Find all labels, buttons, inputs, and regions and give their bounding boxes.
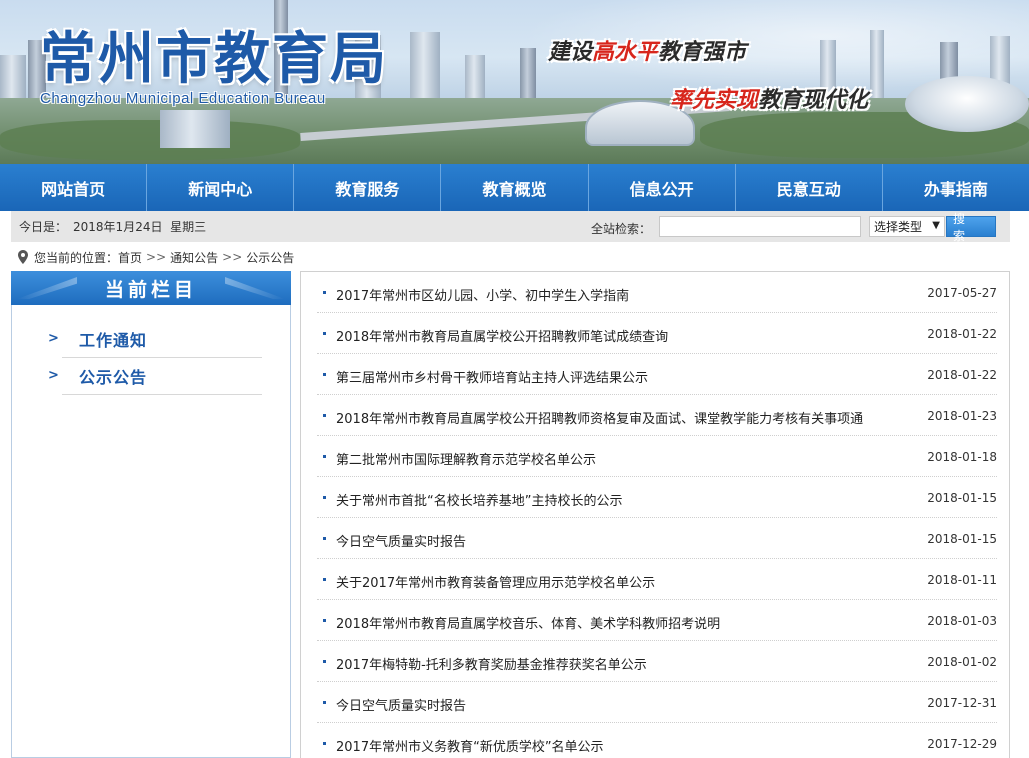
sidebar-item-work-notices[interactable]: > 工作通知 [48, 321, 262, 358]
list-item[interactable]: 2017年梅特勒-托利多教育奖励基金推荐获奖名单公示 2018-01-02 [317, 641, 997, 682]
nav-interaction[interactable]: 民意互动 [736, 164, 883, 211]
list-item-title[interactable]: 今日空气质量实时报告 [336, 531, 466, 550]
sidebar: 当前栏目 > 工作通知 > 公示公告 [11, 271, 291, 758]
sidebar-item-label: 公示公告 [79, 368, 148, 387]
list-item-date: 2018-01-15 [927, 532, 997, 546]
list-item[interactable]: 今日空气质量实时报告 2017-12-31 [317, 682, 997, 723]
type-select[interactable]: 选择类型 ▼ [869, 216, 945, 237]
search-button[interactable]: 搜 索 [946, 212, 996, 243]
sidebar-item-label: 工作通知 [79, 331, 148, 350]
site-logo-cn: 常州市教育局 [40, 26, 388, 92]
bullet-icon [323, 660, 326, 663]
list-item-title[interactable]: 2017年梅特勒-托利多教育奖励基金推荐获奖名单公示 [336, 654, 647, 673]
stadium [905, 76, 1029, 132]
bullet-icon [323, 537, 326, 540]
bullet-icon [323, 496, 326, 499]
list-item-title[interactable]: 2017年常州市义务教育“新优质学校”名单公示 [336, 736, 604, 755]
list-item[interactable]: 关于2017年常州市教育装备管理应用示范学校名单公示 2018-01-11 [317, 559, 997, 600]
chevron-right-icon: > [48, 331, 59, 346]
list-item-date: 2017-05-27 [927, 286, 997, 300]
list-item[interactable]: 2018年常州市教育局直属学校公开招聘教师笔试成绩查询 2018-01-22 [317, 313, 997, 354]
search-input[interactable] [659, 216, 861, 237]
list-item-date: 2018-01-23 [927, 409, 997, 423]
list-item-date: 2018-01-11 [927, 573, 997, 587]
chevron-right-icon: > [48, 368, 59, 383]
list-item[interactable]: 第二批常州市国际理解教育示范学校名单公示 2018-01-18 [317, 436, 997, 477]
wing-decoration-icon [17, 277, 77, 299]
bullet-icon [323, 414, 326, 417]
list-item-date: 2018-01-02 [927, 655, 997, 669]
nav-disclosure[interactable]: 信息公开 [589, 164, 736, 211]
breadcrumb-separator: >> [146, 250, 167, 264]
site-logo-en: Changzhou Municipal Education Bureau [40, 90, 326, 107]
list-item[interactable]: 2018年常州市教育局直属学校公开招聘教师资格复审及面试、课堂教学能力考核有关事… [317, 395, 997, 436]
list-item-title[interactable]: 2017年常州市区幼儿园、小学、初中学生入学指南 [336, 285, 629, 304]
date-label: 今日是： [19, 220, 68, 234]
breadcrumb-home[interactable]: 首页 [118, 249, 142, 266]
trees [0, 120, 300, 160]
list-item-title[interactable]: 2018年常州市教育局直属学校公开招聘教师资格复审及面试、课堂教学能力考核有关事… [336, 408, 863, 427]
list-item-title[interactable]: 第三届常州市乡村骨干教师培育站主持人评选结果公示 [336, 367, 648, 386]
list-item-date: 2017-12-31 [927, 696, 997, 710]
wing-decoration-icon [225, 277, 285, 299]
building [870, 30, 884, 100]
bullet-icon [323, 619, 326, 622]
sidebar-item-announcements[interactable]: > 公示公告 [48, 358, 262, 395]
breadcrumb-notices[interactable]: 通知公告 [170, 249, 218, 266]
list-item-date: 2018-01-22 [927, 327, 997, 341]
list-item-date: 2018-01-03 [927, 614, 997, 628]
nav-overview[interactable]: 教育概览 [441, 164, 589, 211]
nav-services[interactable]: 教育服务 [294, 164, 442, 211]
list-item-title[interactable]: 关于常州市首批“名校长培养基地”主持校长的公示 [336, 490, 622, 509]
list-item-date: 2018-01-15 [927, 491, 997, 505]
slogan-2: 率先实现教育现代化 [670, 88, 869, 113]
breadcrumb: 您当前的位置： 首页 >> 通知公告 >> 公示公告 [18, 248, 294, 266]
sidebar-menu: > 工作通知 > 公示公告 [48, 321, 262, 395]
list-item-date: 2018-01-22 [927, 368, 997, 382]
list-item[interactable]: 第三届常州市乡村骨干教师培育站主持人评选结果公示 2018-01-22 [317, 354, 997, 395]
nav-guide[interactable]: 办事指南 [883, 164, 1029, 211]
type-select-value: 选择类型 [874, 220, 923, 234]
bullet-icon [323, 742, 326, 745]
list-item-title[interactable]: 2018年常州市教育局直属学校音乐、体育、美术学科教师招考说明 [336, 613, 720, 632]
bullet-icon [323, 291, 326, 294]
bullet-icon [323, 332, 326, 335]
bullet-icon [323, 578, 326, 581]
header-banner: 常州市教育局 Changzhou Municipal Education Bur… [0, 0, 1029, 164]
dropdown-arrow-icon: ▼ [932, 220, 940, 231]
info-bar: 今日是： 2018年1月24日 星期三 全站检索： 选择类型 ▼ 搜 索 [11, 211, 1010, 243]
announcement-list: 2017年常州市区幼儿园、小学、初中学生入学指南 2017-05-27 2018年… [317, 272, 997, 758]
list-item[interactable]: 2017年常州市区幼儿园、小学、初中学生入学指南 2017-05-27 [317, 272, 997, 313]
date-value: 2018年1月24日 星期三 [73, 220, 207, 234]
search-label: 全站检索： [591, 222, 652, 236]
sidebar-title: 当前栏目 [104, 278, 197, 301]
list-item-date: 2018-01-18 [927, 450, 997, 464]
list-item[interactable]: 今日空气质量实时报告 2018-01-15 [317, 518, 997, 559]
slogan-1: 建设高水平教育强市 [548, 40, 747, 65]
nav-home[interactable]: 网站首页 [0, 164, 148, 211]
list-item-title[interactable]: 关于2017年常州市教育装备管理应用示范学校名单公示 [336, 572, 655, 591]
sidebar-header: 当前栏目 [11, 271, 291, 305]
bullet-icon [323, 373, 326, 376]
main-nav: 网站首页 新闻中心 教育服务 教育概览 信息公开 民意互动 办事指南 [0, 164, 1029, 211]
location-pin-icon [18, 250, 28, 264]
list-item-title[interactable]: 今日空气质量实时报告 [336, 695, 466, 714]
list-item-title[interactable]: 2018年常州市教育局直属学校公开招聘教师笔试成绩查询 [336, 326, 668, 345]
list-item[interactable]: 2018年常州市教育局直属学校音乐、体育、美术学科教师招考说明 2018-01-0… [317, 600, 997, 641]
building [160, 110, 230, 148]
list-item-title[interactable]: 第二批常州市国际理解教育示范学校名单公示 [336, 449, 596, 468]
list-item-date: 2017-12-29 [927, 737, 997, 751]
announcement-panel: 2017年常州市区幼儿园、小学、初中学生入学指南 2017-05-27 2018年… [300, 271, 1010, 758]
breadcrumb-announcements[interactable]: 公示公告 [246, 249, 294, 266]
bullet-icon [323, 701, 326, 704]
bullet-icon [323, 455, 326, 458]
nav-news[interactable]: 新闻中心 [147, 164, 295, 211]
list-item[interactable]: 关于常州市首批“名校长培养基地”主持校长的公示 2018-01-15 [317, 477, 997, 518]
breadcrumb-prefix: 您当前的位置： [34, 250, 119, 265]
breadcrumb-separator: >> [222, 250, 243, 264]
list-item[interactable]: 2017年常州市义务教育“新优质学校”名单公示 2017-12-29 [317, 723, 997, 758]
